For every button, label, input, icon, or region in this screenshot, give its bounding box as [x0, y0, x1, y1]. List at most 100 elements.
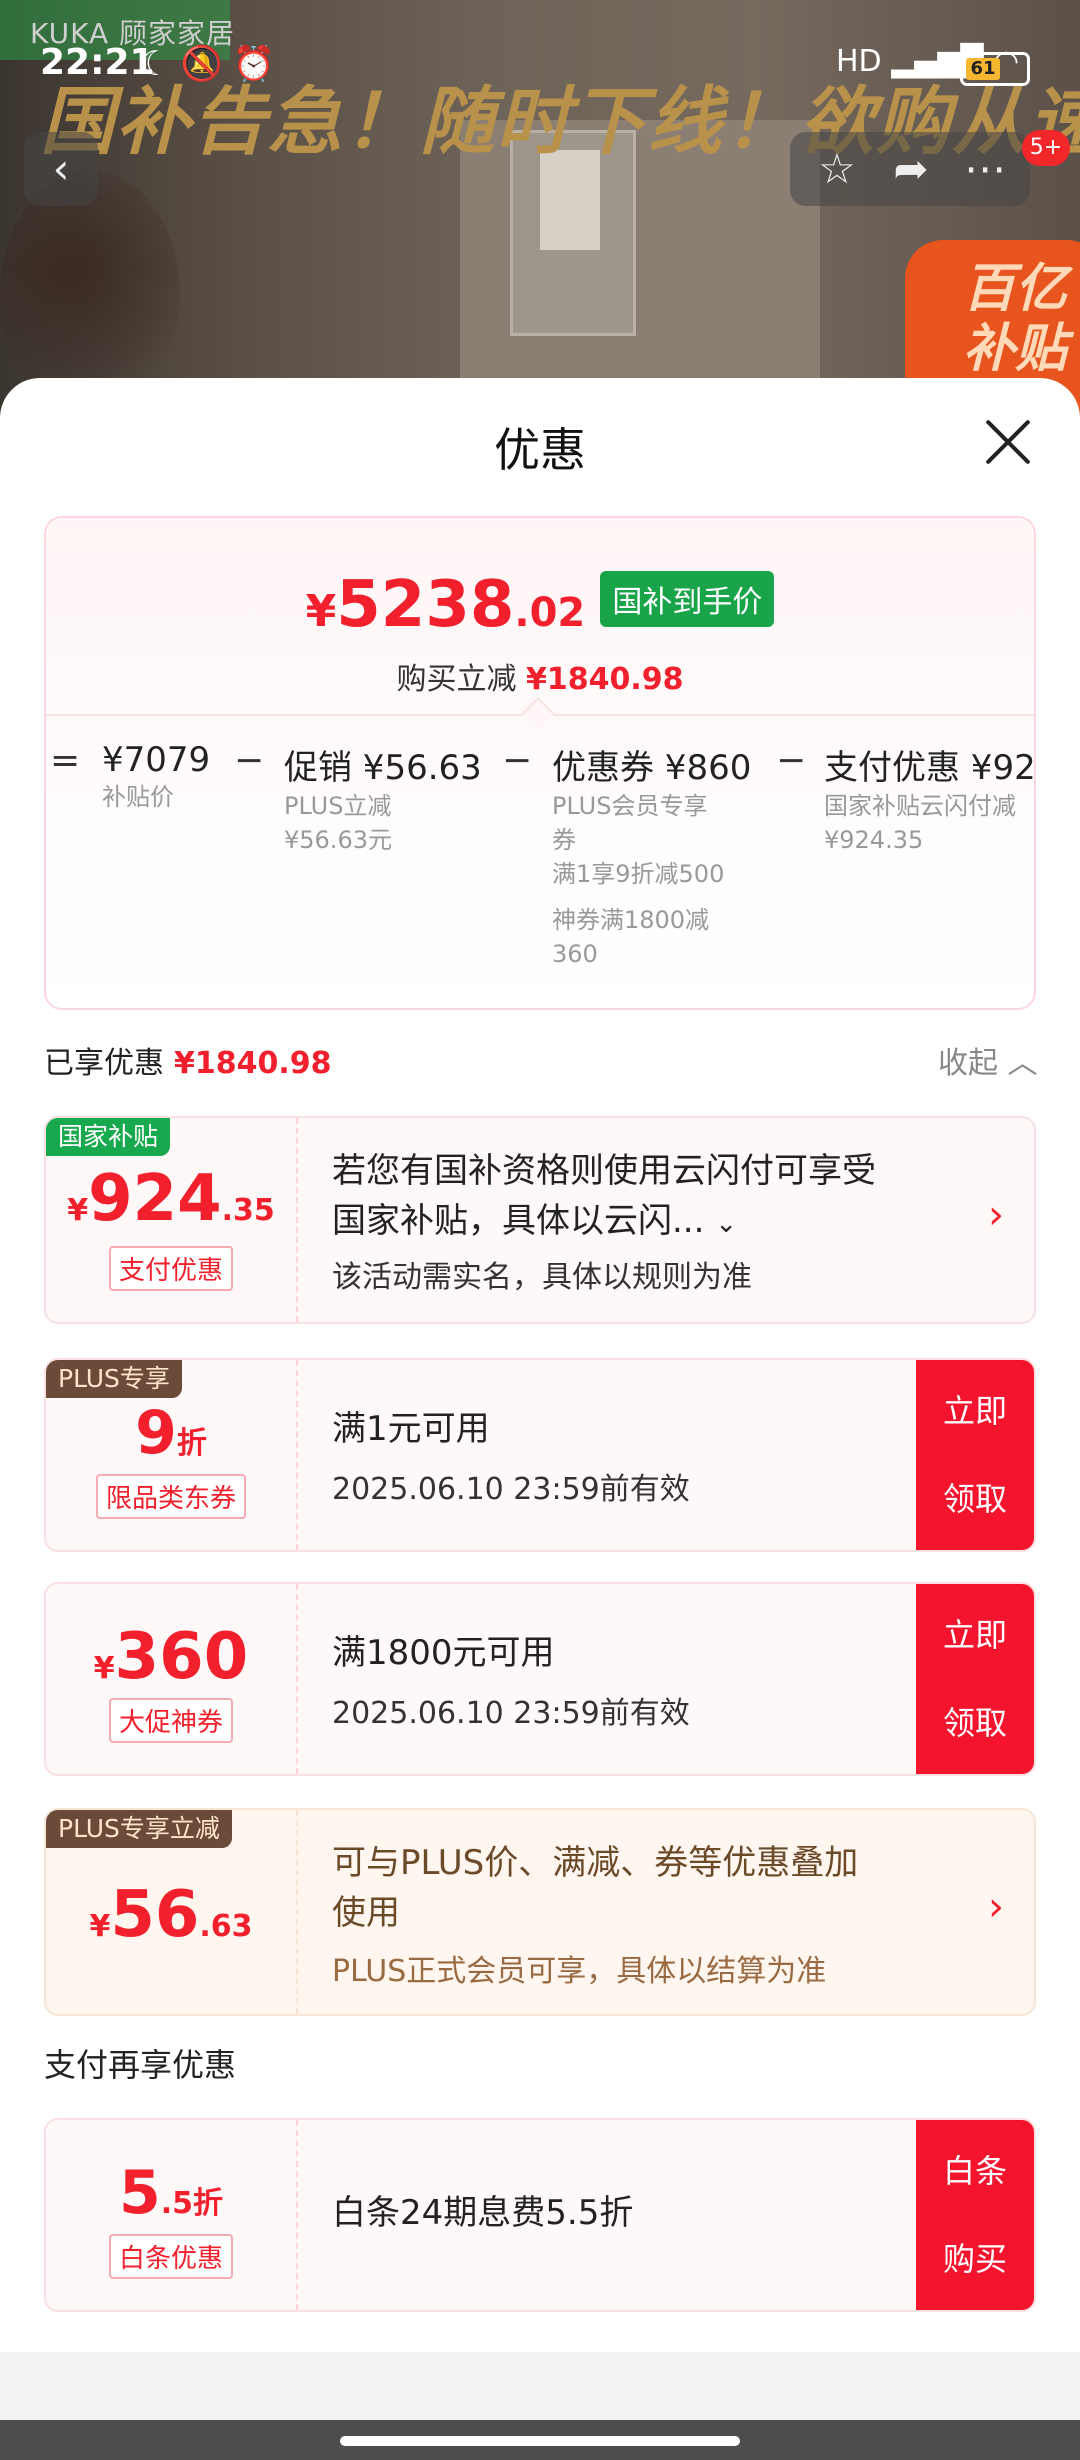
- coupon-value: ¥924.35: [46, 1162, 296, 1236]
- coupon-desc-text: 国家补贴，具体以云闪...: [332, 1201, 705, 1241]
- sheet-title: 优惠: [494, 423, 586, 477]
- buy-button-label: 购买: [942, 2240, 1007, 2278]
- enjoyed-label: 已享优惠: [44, 1046, 164, 1081]
- coupon-ribbon: 国家补贴: [46, 1118, 171, 1156]
- breakdown-note: 神券满1800减: [552, 906, 710, 934]
- status-icons: ☾🔕⏰: [140, 44, 285, 84]
- price-integer: 5238: [336, 568, 515, 642]
- alarm-icon: ⏰: [232, 44, 286, 84]
- coupon-card-plus-discount: PLUS专享 9折 限品类东券 满1元可用 2025.06.10 23:59前有…: [44, 1358, 1036, 1552]
- coupon-desc-line2: 国家补贴，具体以云闪... ⌄: [332, 1196, 737, 1249]
- value-integer: 360: [114, 1620, 249, 1694]
- instant-reduction: 购买立减 ¥1840.98: [46, 654, 1034, 698]
- coupon-value: 9折: [46, 1398, 296, 1468]
- minus-operator: −: [502, 740, 533, 781]
- breakdown-note: 补贴价: [102, 783, 174, 811]
- claim-button-label: 立即: [942, 1616, 1007, 1654]
- breakdown-subsidy-price: ¥7079 补贴价: [102, 740, 210, 814]
- breakdown-note: 360: [552, 940, 598, 968]
- coupon-desc-line1: 白条24期息费5.5折: [332, 2193, 634, 2233]
- value-integer: 56: [110, 1878, 200, 1952]
- coupon-card-baitiao: 5.5折 白条优惠 白条24期息费5.5折 白条购买: [44, 2118, 1036, 2312]
- coupon-desc-line2: 2025.06.10 23:59前有效: [332, 1696, 690, 1731]
- chevron-up-icon: ︿: [1007, 1046, 1038, 1081]
- national-subsidy-price-tag: 国补到手价: [600, 571, 775, 627]
- coupon-desc-line3: 该活动需实名，具体以规则为准: [332, 1260, 752, 1295]
- breakdown-coupon: 优惠券 ¥860 PLUS会员专享 券 满1享9折减500 神券满1800减 3…: [552, 740, 752, 971]
- battery-icon: 61: [960, 52, 1030, 86]
- chevron-right-icon[interactable]: ›: [988, 1884, 1004, 1930]
- coupon-value: 5.5折: [46, 2158, 296, 2228]
- subsidy-badge-line2: 补贴: [962, 319, 1067, 379]
- value-integer: 9: [135, 1398, 177, 1468]
- breakdown-note: 满1享9折减500: [552, 860, 725, 888]
- collapse-toggle[interactable]: 收起 ︿: [938, 1038, 1038, 1082]
- coupon-desc-line1: 满1元可用: [332, 1409, 490, 1449]
- minus-operator: −: [776, 740, 807, 781]
- home-indicator[interactable]: [340, 2436, 740, 2446]
- breakdown-note: 券: [552, 826, 576, 854]
- claim-button-label: 立即: [942, 1392, 1007, 1430]
- coupon-desc-line1: 可与PLUS价、满减、券等优惠叠加: [332, 1843, 859, 1883]
- share-icon[interactable]: ➦: [876, 132, 946, 206]
- close-icon[interactable]: [982, 416, 1034, 468]
- breakdown-amount: 促销 ¥56.63: [284, 748, 482, 788]
- enjoyed-discount: 已享优惠 ¥1840.98: [44, 1038, 332, 1082]
- top-action-group: ☆ ➦ ⋯: [790, 132, 1030, 206]
- breakdown-amount: ¥7079: [102, 740, 211, 780]
- network-label: HD: [836, 44, 882, 79]
- breakdown-payment: 支付优惠 ¥924.35 国家补贴云闪付减 ¥924.35: [824, 740, 1034, 857]
- coupon-type-tag: 限品类东券: [95, 1474, 246, 1519]
- claim-button-label: 领取: [942, 1704, 1007, 1742]
- coupon-value: ¥360: [46, 1620, 296, 1694]
- coupon-card-super-coupon: ¥360 大促神券 满1800元可用 2025.06.10 23:59前有效 立…: [44, 1582, 1036, 1776]
- status-time: 22:21: [40, 42, 155, 83]
- coupon-ribbon: PLUS专享立减: [46, 1810, 232, 1848]
- coupon-value: ¥56.63: [46, 1878, 296, 1952]
- breakdown-amount: 支付优惠 ¥924.35: [824, 748, 1034, 788]
- buy-button-label: 白条: [942, 2152, 1007, 2190]
- baitiao-buy-button[interactable]: 白条 购买: [916, 2120, 1034, 2310]
- value-yen: ¥: [93, 1651, 115, 1686]
- coupon-desc-line2: 2025.06.10 23:59前有效: [332, 1472, 690, 1507]
- coupon-desc-line1: 满1800元可用: [332, 1633, 555, 1673]
- instant-reduction-amount: ¥1840.98: [526, 662, 684, 697]
- back-button[interactable]: ‹: [24, 132, 98, 206]
- breakdown-note: PLUS立减: [284, 792, 392, 820]
- breakdown-amount: 优惠券 ¥860: [552, 748, 752, 788]
- battery-level: 61: [966, 58, 1000, 80]
- breakdown-note: PLUS会员专享: [552, 792, 708, 820]
- claim-button[interactable]: 立即 领取: [916, 1584, 1034, 1774]
- claim-button[interactable]: 立即 领取: [916, 1360, 1034, 1550]
- gesture-bar: [0, 2420, 1080, 2460]
- discount-sheet: 优惠 ¥5238.02 国补到手价 购买立减 ¥1840.98 = ¥7079 …: [0, 378, 1080, 2360]
- message-count-badge: 5+: [1022, 130, 1070, 166]
- star-icon[interactable]: ☆: [802, 132, 872, 206]
- breakdown-note: 国家补贴云闪付减: [824, 792, 1016, 820]
- more-icon[interactable]: ⋯: [950, 132, 1020, 206]
- value-decimal: .5: [160, 2186, 194, 2221]
- value-yen: ¥: [67, 1193, 89, 1228]
- coupon-type-tag: 白条优惠: [108, 2234, 233, 2279]
- price-yen: ¥: [305, 586, 337, 637]
- coupon-desc-line2: 使用: [332, 1893, 400, 1933]
- price-summary-box: ¥5238.02 国补到手价 购买立减 ¥1840.98 = ¥7079 补贴价…: [44, 516, 1036, 1010]
- coupon-card-plus-reduction[interactable]: PLUS专享立减 ¥56.63 可与PLUS价、满减、券等优惠叠加 使用 PLU…: [44, 1808, 1036, 2016]
- coupon-type-tag: 支付优惠: [108, 1246, 233, 1291]
- value-yen: ¥: [89, 1909, 111, 1944]
- collapse-label: 收起: [938, 1046, 998, 1081]
- claim-button-label: 领取: [942, 1480, 1007, 1518]
- value-unit: 折: [176, 1426, 207, 1461]
- breakdown-note: ¥56.63元: [284, 826, 392, 854]
- chevron-right-icon[interactable]: ›: [988, 1192, 1004, 1238]
- minus-operator: −: [234, 740, 265, 781]
- chevron-down-icon[interactable]: ⌄: [715, 1209, 737, 1239]
- price-breakdown: = ¥7079 补贴价 − 促销 ¥56.63 PLUS立减 ¥56.63元 −…: [46, 740, 1034, 990]
- instant-reduction-label: 购买立减: [396, 662, 517, 697]
- bell-off-icon: 🔕: [180, 44, 233, 84]
- chevron-left-icon: ‹: [52, 144, 70, 193]
- subsidy-badge-line1: 百亿: [962, 259, 1067, 319]
- equals-operator: =: [50, 740, 81, 781]
- enjoyed-amount: ¥1840.98: [174, 1046, 332, 1081]
- coupon-card-national-subsidy[interactable]: 国家补贴 ¥924.35 支付优惠 若您有国补资格则使用云闪付可享受 国家补贴，…: [44, 1116, 1036, 1324]
